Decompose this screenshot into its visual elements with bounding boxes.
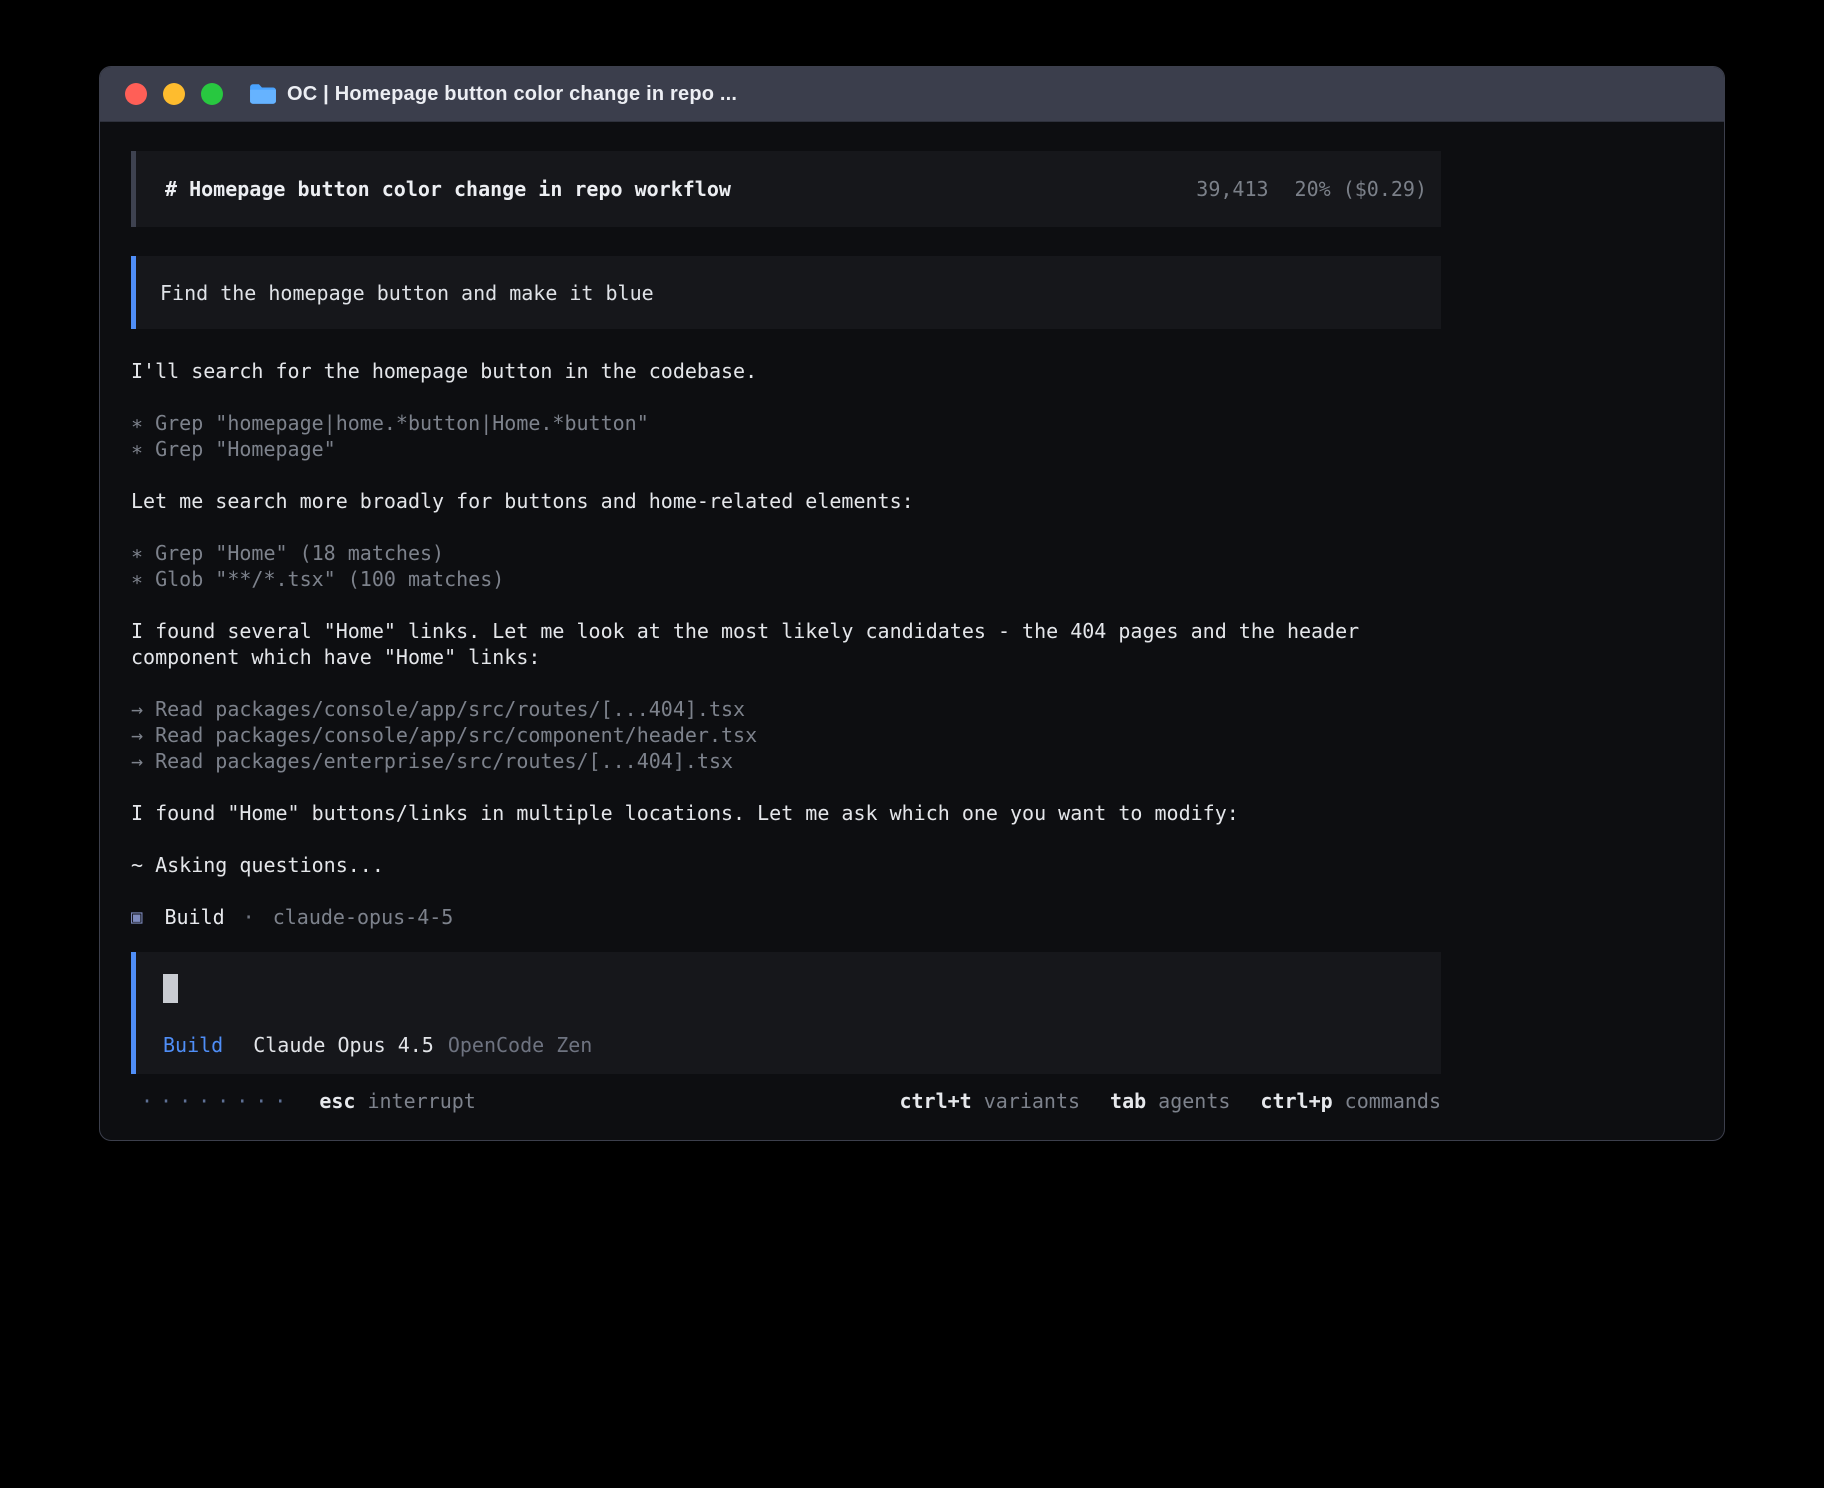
minimize-button[interactable]	[163, 83, 185, 105]
agent-name: Build	[164, 904, 224, 930]
assistant-text: I found several "Home" links. Let me loo…	[131, 618, 1371, 670]
commands-label: commands	[1345, 1088, 1441, 1114]
assistant-text: I'll search for the homepage button in t…	[131, 358, 1371, 384]
tool-call-line: → Read packages/enterprise/src/routes/[.…	[131, 748, 1371, 774]
hint-agents: tab agents	[1110, 1088, 1230, 1114]
user-message: Find the homepage button and make it blu…	[131, 256, 1441, 329]
terminal-content: # Homepage button color change in repo w…	[100, 122, 1724, 1114]
terminal-window: OC | Homepage button color change in rep…	[99, 66, 1725, 1141]
session-stats: 39,413 20% ($0.29)	[1196, 176, 1427, 202]
close-button[interactable]	[125, 83, 147, 105]
variants-label: variants	[984, 1088, 1080, 1114]
conversation: I'll search for the homepage button in t…	[131, 358, 1371, 930]
tool-call-group: ∗ Grep "homepage|home.*button|Home.*butt…	[131, 410, 1371, 462]
input-provider-label: OpenCode Zen	[448, 1032, 593, 1058]
window-title: OC | Homepage button color change in rep…	[287, 83, 737, 106]
session-title: # Homepage button color change in repo w…	[165, 176, 731, 202]
ctrl-p-key: ctrl+p	[1260, 1088, 1332, 1114]
tool-call-line: ∗ Glob "**/*.tsx" (100 matches)	[131, 566, 1371, 592]
assistant-text: I found "Home" buttons/links in multiple…	[131, 800, 1371, 826]
spinner-dots: ········	[141, 1088, 293, 1114]
context-cost: 20% ($0.29)	[1295, 176, 1427, 202]
titlebar[interactable]: OC | Homepage button color change in rep…	[100, 67, 1724, 122]
tool-call-line: ∗ Grep "homepage|home.*button|Home.*butt…	[131, 410, 1371, 436]
input-meta: Build Claude Opus 4.5 OpenCode Zen	[163, 1032, 1441, 1058]
status-right: ctrl+t variants tab agents ctrl+p comman…	[899, 1088, 1441, 1114]
zoom-button[interactable]	[201, 83, 223, 105]
assistant-text: Let me search more broadly for buttons a…	[131, 488, 1371, 514]
tool-call-line: ∗ Grep "Home" (18 matches)	[131, 540, 1371, 566]
tool-call-line: → Read packages/console/app/src/routes/[…	[131, 696, 1371, 722]
agents-label: agents	[1158, 1088, 1230, 1114]
tool-call-line: → Read packages/console/app/src/componen…	[131, 722, 1371, 748]
status-bar: ········ esc interrupt ctrl+t variants t…	[131, 1088, 1441, 1114]
assistant-status-text: ~ Asking questions...	[131, 852, 1371, 878]
tool-call-group: ∗ Grep "Home" (18 matches) ∗ Glob "**/*.…	[131, 540, 1371, 592]
hint-interrupt: esc interrupt	[319, 1088, 476, 1114]
tool-call-line: ∗ Grep "Homepage"	[131, 436, 1371, 462]
agent-separator: ·	[243, 904, 255, 930]
esc-key: esc	[319, 1088, 355, 1114]
hint-commands: ctrl+p commands	[1260, 1088, 1441, 1114]
folder-icon	[249, 82, 277, 106]
status-left: ········ esc interrupt	[141, 1088, 476, 1114]
input-model-label: Claude Opus 4.5	[253, 1032, 434, 1058]
prompt-input[interactable]: Build Claude Opus 4.5 OpenCode Zen	[131, 952, 1441, 1074]
token-count: 39,413	[1196, 176, 1268, 202]
esc-label: interrupt	[367, 1088, 475, 1114]
input-agent-label: Build	[163, 1032, 223, 1058]
tab-key: tab	[1110, 1088, 1146, 1114]
agent-model: claude-opus-4-5	[273, 904, 454, 930]
ctrl-t-key: ctrl+t	[899, 1088, 971, 1114]
session-header: # Homepage button color change in repo w…	[131, 151, 1441, 227]
traffic-lights	[125, 83, 223, 105]
agent-icon: ▣	[131, 904, 142, 930]
text-cursor	[163, 974, 178, 1003]
agent-status: ▣ Build · claude-opus-4-5	[131, 904, 1371, 930]
user-message-text: Find the homepage button and make it blu…	[160, 280, 654, 306]
tool-call-group: → Read packages/console/app/src/routes/[…	[131, 696, 1371, 774]
hint-variants: ctrl+t variants	[899, 1088, 1080, 1114]
